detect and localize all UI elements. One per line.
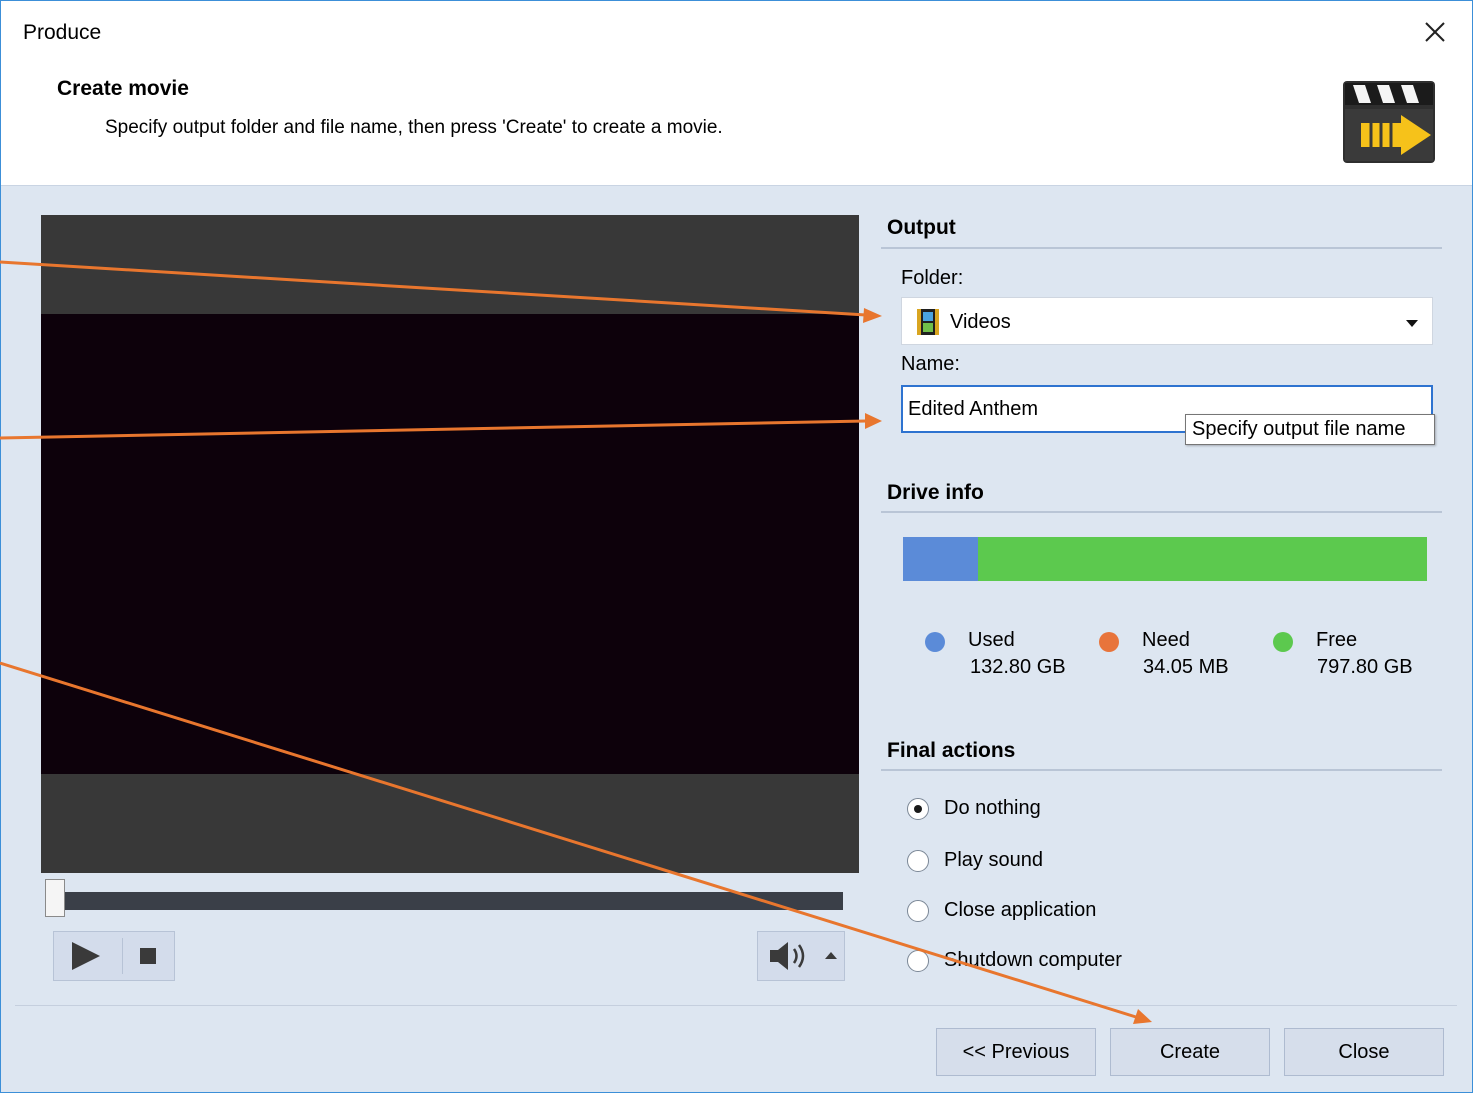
window-title: Produce — [23, 21, 102, 44]
seek-track[interactable] — [61, 892, 843, 910]
radio-label: Do nothing — [944, 797, 1041, 819]
page-subtitle: Specify output folder and file name, the… — [105, 117, 723, 138]
stop-button[interactable] — [124, 932, 174, 980]
previous-button[interactable]: << Previous — [936, 1028, 1096, 1076]
folder-label: Folder: — [901, 267, 964, 289]
used-legend-label: Used — [968, 629, 1015, 651]
title-bar: Produce — [1, 1, 1472, 63]
radio-selected-dot — [914, 805, 922, 813]
free-legend-dot — [1273, 632, 1293, 652]
volume-button[interactable] — [758, 932, 816, 980]
radio-button[interactable] — [907, 850, 929, 872]
volume-controls — [757, 931, 845, 981]
create-button[interactable]: Create — [1110, 1028, 1270, 1076]
used-legend-value: 132.80 GB — [970, 656, 1066, 678]
radio-label: Shutdown computer — [944, 949, 1122, 971]
page-title: Create movie — [57, 77, 189, 100]
video-frame — [41, 314, 859, 774]
wizard-header: Create movie Specify output folder and f… — [1, 63, 1472, 186]
close-button[interactable]: Close — [1284, 1028, 1444, 1076]
folder-value: Videos — [950, 311, 1011, 333]
folder-dropdown[interactable]: Videos — [901, 297, 1433, 345]
drive-info-divider — [881, 511, 1442, 513]
output-section-title: Output — [887, 216, 956, 239]
free-legend-value: 797.80 GB — [1317, 656, 1413, 678]
radio-button[interactable] — [907, 900, 929, 922]
drive-usage-free-segment — [978, 537, 1427, 581]
radio-label: Play sound — [944, 849, 1043, 871]
drive-info-section-title: Drive info — [887, 481, 984, 504]
used-legend-dot — [925, 632, 945, 652]
need-legend-dot — [1099, 632, 1119, 652]
radio-shutdown-computer[interactable]: Shutdown computer — [907, 945, 1227, 979]
close-icon[interactable] — [1421, 13, 1451, 51]
radio-do-nothing[interactable]: Do nothing — [907, 793, 1227, 827]
play-icon — [72, 942, 100, 970]
stop-icon — [140, 948, 156, 964]
playback-controls — [53, 931, 175, 981]
output-divider — [881, 247, 1442, 249]
chevron-down-icon[interactable] — [1404, 316, 1420, 328]
radio-button[interactable] — [907, 950, 929, 972]
radio-label: Close application — [944, 899, 1097, 921]
file-name-tooltip: Specify output file name — [1185, 414, 1435, 445]
final-actions-divider — [881, 769, 1442, 771]
need-legend-label: Need — [1142, 629, 1190, 651]
radio-button[interactable] — [907, 798, 929, 820]
clapperboard-icon — [1341, 79, 1437, 165]
radio-play-sound[interactable]: Play sound — [907, 845, 1227, 879]
produce-dialog: Produce Create movie Specify output fold… — [0, 0, 1473, 1093]
name-label: Name: — [901, 353, 960, 375]
play-button[interactable] — [54, 932, 122, 980]
footer-divider — [15, 1005, 1457, 1006]
drive-usage-used-segment — [903, 537, 978, 581]
final-actions-section-title: Final actions — [887, 739, 1016, 762]
free-legend-label: Free — [1316, 629, 1358, 651]
seek-slider-thumb[interactable] — [45, 879, 65, 917]
video-folder-icon — [916, 308, 940, 336]
divider — [122, 938, 123, 974]
speaker-icon — [770, 942, 805, 970]
volume-popup-button[interactable] — [818, 932, 844, 980]
need-legend-value: 34.05 MB — [1143, 656, 1229, 678]
drive-usage-bar — [903, 537, 1427, 581]
video-preview — [41, 215, 859, 873]
radio-close-application[interactable]: Close application — [907, 895, 1227, 929]
caret-up-icon — [825, 952, 837, 959]
